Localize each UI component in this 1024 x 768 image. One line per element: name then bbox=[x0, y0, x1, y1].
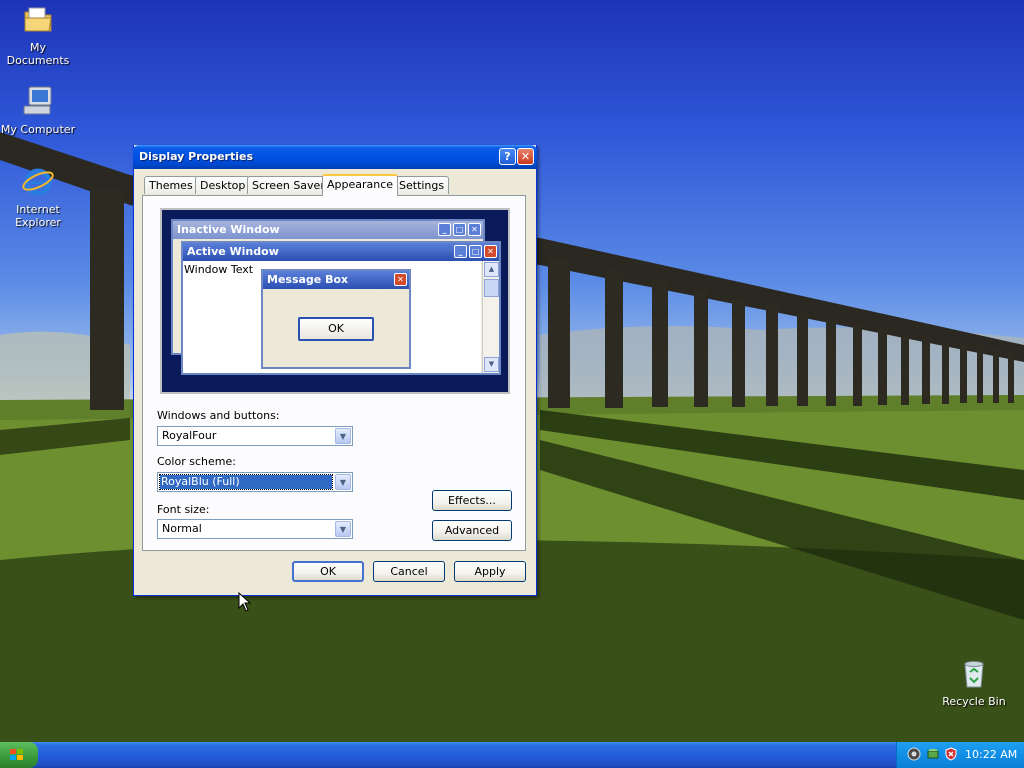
chevron-down-icon[interactable]: ▼ bbox=[335, 474, 351, 490]
scroll-up-icon: ▲ bbox=[484, 262, 499, 277]
security-shield-icon[interactable] bbox=[944, 747, 958, 761]
internet-explorer-icon bbox=[22, 168, 54, 196]
preview-message-box: Message Box ✕ OK bbox=[261, 269, 411, 369]
minimize-icon: _ bbox=[454, 245, 467, 258]
tab-appearance[interactable]: Appearance bbox=[322, 174, 399, 196]
system-tray: 10:22 AM bbox=[896, 742, 1024, 768]
windows-logo-icon bbox=[10, 749, 23, 760]
scroll-thumb bbox=[484, 279, 499, 297]
tab-settings[interactable]: Settings bbox=[394, 176, 450, 194]
minimize-icon: _ bbox=[438, 223, 451, 236]
appearance-tab-panel: Inactive Window _ □ ✕ Active Window _ □ ✕ Wi… bbox=[142, 195, 526, 551]
preview-scrollbar: ▲ ▼ bbox=[482, 261, 499, 373]
advanced-button[interactable]: Advanced bbox=[432, 520, 512, 541]
cancel-button[interactable]: Cancel bbox=[373, 561, 445, 582]
maximize-icon: □ bbox=[453, 223, 466, 236]
computer-icon bbox=[23, 86, 52, 115]
tab-themes[interactable]: Themes bbox=[144, 176, 198, 194]
chevron-down-icon[interactable]: ▼ bbox=[335, 428, 351, 444]
close-button[interactable]: ✕ bbox=[517, 148, 534, 165]
windows-buttons-label: Windows and buttons: bbox=[157, 409, 280, 422]
ok-button[interactable]: OK bbox=[292, 561, 364, 582]
close-icon: ✕ bbox=[394, 273, 407, 286]
color-scheme-select[interactable]: RoyalBlu (Full) ▼ bbox=[157, 472, 353, 492]
desktop-icon-my-documents[interactable]: My Documents bbox=[0, 2, 78, 67]
dialog-title-bar[interactable]: Display Properties ? ✕ bbox=[133, 145, 537, 169]
close-icon: ✕ bbox=[468, 223, 481, 236]
display-properties-dialog: Display Properties ? ✕ Themes Desktop Sc… bbox=[133, 145, 537, 596]
appearance-preview: Inactive Window _ □ ✕ Active Window _ □ ✕ Wi… bbox=[160, 208, 510, 394]
windows-buttons-select[interactable]: RoyalFour ▼ bbox=[157, 426, 353, 446]
tab-desktop[interactable]: Desktop bbox=[195, 176, 251, 194]
preview-ok-button: OK bbox=[298, 317, 374, 341]
recycle-bin-icon bbox=[964, 661, 984, 688]
dialog-title: Display Properties bbox=[139, 150, 254, 163]
desktop-icon-recycle-bin[interactable]: Recycle Bin bbox=[934, 656, 1014, 708]
tab-screen-saver[interactable]: Screen Saver bbox=[247, 176, 330, 194]
safely-remove-hardware-icon[interactable] bbox=[926, 747, 940, 761]
desktop-icon-internet-explorer[interactable]: Internet Explorer bbox=[0, 164, 78, 229]
help-button[interactable]: ? bbox=[499, 148, 516, 165]
preview-window-text: Window Text bbox=[184, 263, 254, 276]
apply-button[interactable]: Apply bbox=[454, 561, 526, 582]
desktop-icon-my-computer[interactable]: My Computer bbox=[0, 84, 78, 136]
effects-button[interactable]: Effects... bbox=[432, 490, 512, 511]
help-icon: ? bbox=[504, 150, 511, 163]
taskbar: 10:22 AM bbox=[0, 742, 1024, 768]
maximize-icon: □ bbox=[469, 245, 482, 258]
folder-icon bbox=[24, 7, 52, 32]
close-icon: ✕ bbox=[520, 150, 531, 163]
chevron-down-icon[interactable]: ▼ bbox=[335, 521, 351, 537]
taskbar-clock[interactable]: 10:22 AM bbox=[965, 748, 1017, 761]
font-size-label: Font size: bbox=[157, 503, 210, 516]
close-icon: ✕ bbox=[484, 245, 497, 258]
mouse-cursor-icon bbox=[238, 592, 252, 612]
start-button[interactable] bbox=[0, 742, 38, 768]
network-icon[interactable] bbox=[907, 747, 921, 761]
font-size-select[interactable]: Normal ▼ bbox=[157, 519, 353, 539]
scroll-down-icon: ▼ bbox=[484, 357, 499, 372]
color-scheme-label: Color scheme: bbox=[157, 455, 236, 468]
